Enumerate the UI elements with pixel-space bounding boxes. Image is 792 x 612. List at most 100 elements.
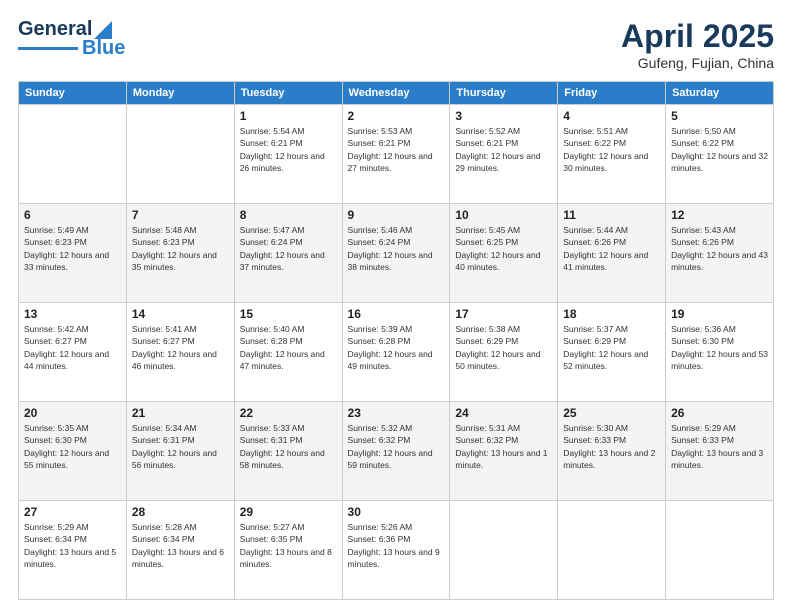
calendar-cell: 9 Sunrise: 5:46 AMSunset: 6:24 PMDaylight… [342, 204, 450, 303]
day-info: Sunrise: 5:33 AMSunset: 6:31 PMDaylight:… [240, 422, 337, 471]
calendar-cell: 21 Sunrise: 5:34 AMSunset: 6:31 PMDayligh… [126, 402, 234, 501]
day-info: Sunrise: 5:43 AMSunset: 6:26 PMDaylight:… [671, 224, 768, 273]
calendar-cell: 12 Sunrise: 5:43 AMSunset: 6:26 PMDayligh… [666, 204, 774, 303]
day-number: 23 [348, 406, 445, 420]
day-info: Sunrise: 5:45 AMSunset: 6:25 PMDaylight:… [455, 224, 552, 273]
calendar-cell: 2 Sunrise: 5:53 AMSunset: 6:21 PMDaylight… [342, 105, 450, 204]
day-info: Sunrise: 5:53 AMSunset: 6:21 PMDaylight:… [348, 125, 445, 174]
day-number: 22 [240, 406, 337, 420]
calendar-week-row: 6 Sunrise: 5:49 AMSunset: 6:23 PMDaylight… [19, 204, 774, 303]
calendar-cell [19, 105, 127, 204]
day-info: Sunrise: 5:35 AMSunset: 6:30 PMDaylight:… [24, 422, 121, 471]
day-info: Sunrise: 5:51 AMSunset: 6:22 PMDaylight:… [563, 125, 660, 174]
day-number: 11 [563, 208, 660, 222]
day-number: 9 [348, 208, 445, 222]
day-info: Sunrise: 5:40 AMSunset: 6:28 PMDaylight:… [240, 323, 337, 372]
day-number: 12 [671, 208, 768, 222]
day-number: 25 [563, 406, 660, 420]
calendar-cell: 30 Sunrise: 5:26 AMSunset: 6:36 PMDayligh… [342, 501, 450, 600]
day-info: Sunrise: 5:31 AMSunset: 6:32 PMDaylight:… [455, 422, 552, 471]
day-info: Sunrise: 5:27 AMSunset: 6:35 PMDaylight:… [240, 521, 337, 570]
day-number: 17 [455, 307, 552, 321]
day-number: 26 [671, 406, 768, 420]
day-number: 29 [240, 505, 337, 519]
calendar-cell [126, 105, 234, 204]
day-info: Sunrise: 5:28 AMSunset: 6:34 PMDaylight:… [132, 521, 229, 570]
calendar-cell: 23 Sunrise: 5:32 AMSunset: 6:32 PMDayligh… [342, 402, 450, 501]
calendar-week-row: 1 Sunrise: 5:54 AMSunset: 6:21 PMDaylight… [19, 105, 774, 204]
day-number: 8 [240, 208, 337, 222]
calendar-cell: 13 Sunrise: 5:42 AMSunset: 6:27 PMDayligh… [19, 303, 127, 402]
day-info: Sunrise: 5:29 AMSunset: 6:34 PMDaylight:… [24, 521, 121, 570]
day-info: Sunrise: 5:42 AMSunset: 6:27 PMDaylight:… [24, 323, 121, 372]
day-info: Sunrise: 5:34 AMSunset: 6:31 PMDaylight:… [132, 422, 229, 471]
day-number: 7 [132, 208, 229, 222]
calendar-cell: 7 Sunrise: 5:48 AMSunset: 6:23 PMDaylight… [126, 204, 234, 303]
calendar-cell: 14 Sunrise: 5:41 AMSunset: 6:27 PMDayligh… [126, 303, 234, 402]
calendar-table: SundayMondayTuesdayWednesdayThursdayFrid… [18, 81, 774, 600]
calendar-cell: 28 Sunrise: 5:28 AMSunset: 6:34 PMDayligh… [126, 501, 234, 600]
calendar-cell: 29 Sunrise: 5:27 AMSunset: 6:35 PMDayligh… [234, 501, 342, 600]
day-number: 24 [455, 406, 552, 420]
day-number: 4 [563, 109, 660, 123]
day-info: Sunrise: 5:38 AMSunset: 6:29 PMDaylight:… [455, 323, 552, 372]
calendar-cell [558, 501, 666, 600]
day-header-wednesday: Wednesday [342, 82, 450, 105]
month-title: April 2025 [621, 18, 774, 55]
day-header-thursday: Thursday [450, 82, 558, 105]
day-number: 14 [132, 307, 229, 321]
day-number: 1 [240, 109, 337, 123]
day-number: 20 [24, 406, 121, 420]
day-info: Sunrise: 5:32 AMSunset: 6:32 PMDaylight:… [348, 422, 445, 471]
calendar-week-row: 13 Sunrise: 5:42 AMSunset: 6:27 PMDayligh… [19, 303, 774, 402]
calendar-cell: 20 Sunrise: 5:35 AMSunset: 6:30 PMDayligh… [19, 402, 127, 501]
calendar-cell: 15 Sunrise: 5:40 AMSunset: 6:28 PMDayligh… [234, 303, 342, 402]
day-number: 21 [132, 406, 229, 420]
day-number: 3 [455, 109, 552, 123]
day-number: 30 [348, 505, 445, 519]
logo-line [18, 47, 78, 50]
calendar-cell: 4 Sunrise: 5:51 AMSunset: 6:22 PMDaylight… [558, 105, 666, 204]
calendar-cell: 10 Sunrise: 5:45 AMSunset: 6:25 PMDayligh… [450, 204, 558, 303]
calendar-cell [666, 501, 774, 600]
title-block: April 2025 Gufeng, Fujian, China [621, 18, 774, 71]
day-header-saturday: Saturday [666, 82, 774, 105]
calendar-week-row: 20 Sunrise: 5:35 AMSunset: 6:30 PMDayligh… [19, 402, 774, 501]
calendar-cell: 17 Sunrise: 5:38 AMSunset: 6:29 PMDayligh… [450, 303, 558, 402]
calendar-cell: 5Sunrise: 5:50 AMSunset: 6:22 PMDaylight… [666, 105, 774, 204]
day-info: Sunrise: 5:49 AMSunset: 6:23 PMDaylight:… [24, 224, 121, 273]
logo-blue: Blue [82, 37, 125, 60]
day-number: 13 [24, 307, 121, 321]
page: General Blue April 2025 Gufeng, Fujian, … [0, 0, 792, 612]
day-number: 15 [240, 307, 337, 321]
calendar-cell: 19 Sunrise: 5:36 AMSunset: 6:30 PMDayligh… [666, 303, 774, 402]
day-info: Sunrise: 5:46 AMSunset: 6:24 PMDaylight:… [348, 224, 445, 273]
calendar-cell: 24 Sunrise: 5:31 AMSunset: 6:32 PMDayligh… [450, 402, 558, 501]
day-number: 10 [455, 208, 552, 222]
day-info: Sunrise: 5:48 AMSunset: 6:23 PMDaylight:… [132, 224, 229, 273]
day-header-monday: Monday [126, 82, 234, 105]
day-info: Sunrise: 5:37 AMSunset: 6:29 PMDaylight:… [563, 323, 660, 372]
day-number: 6 [24, 208, 121, 222]
calendar-cell: 6 Sunrise: 5:49 AMSunset: 6:23 PMDaylight… [19, 204, 127, 303]
day-info: Sunrise: 5:44 AMSunset: 6:26 PMDaylight:… [563, 224, 660, 273]
calendar-cell: 8Sunrise: 5:47 AMSunset: 6:24 PMDaylight… [234, 204, 342, 303]
day-number: 5 [671, 109, 768, 123]
day-info: Sunrise: 5:26 AMSunset: 6:36 PMDaylight:… [348, 521, 445, 570]
day-number: 16 [348, 307, 445, 321]
day-info: Sunrise: 5:39 AMSunset: 6:28 PMDaylight:… [348, 323, 445, 372]
calendar-week-row: 27 Sunrise: 5:29 AMSunset: 6:34 PMDayligh… [19, 501, 774, 600]
calendar-cell: 3Sunrise: 5:52 AMSunset: 6:21 PMDaylight… [450, 105, 558, 204]
day-info: Sunrise: 5:36 AMSunset: 6:30 PMDaylight:… [671, 323, 768, 372]
day-number: 28 [132, 505, 229, 519]
header: General Blue April 2025 Gufeng, Fujian, … [18, 18, 774, 71]
day-number: 19 [671, 307, 768, 321]
day-info: Sunrise: 5:54 AMSunset: 6:21 PMDaylight:… [240, 125, 337, 174]
day-number: 2 [348, 109, 445, 123]
day-info: Sunrise: 5:30 AMSunset: 6:33 PMDaylight:… [563, 422, 660, 471]
calendar-cell [450, 501, 558, 600]
calendar-header-row: SundayMondayTuesdayWednesdayThursdayFrid… [19, 82, 774, 105]
calendar-cell: 18Sunrise: 5:37 AMSunset: 6:29 PMDayligh… [558, 303, 666, 402]
day-info: Sunrise: 5:41 AMSunset: 6:27 PMDaylight:… [132, 323, 229, 372]
day-number: 27 [24, 505, 121, 519]
